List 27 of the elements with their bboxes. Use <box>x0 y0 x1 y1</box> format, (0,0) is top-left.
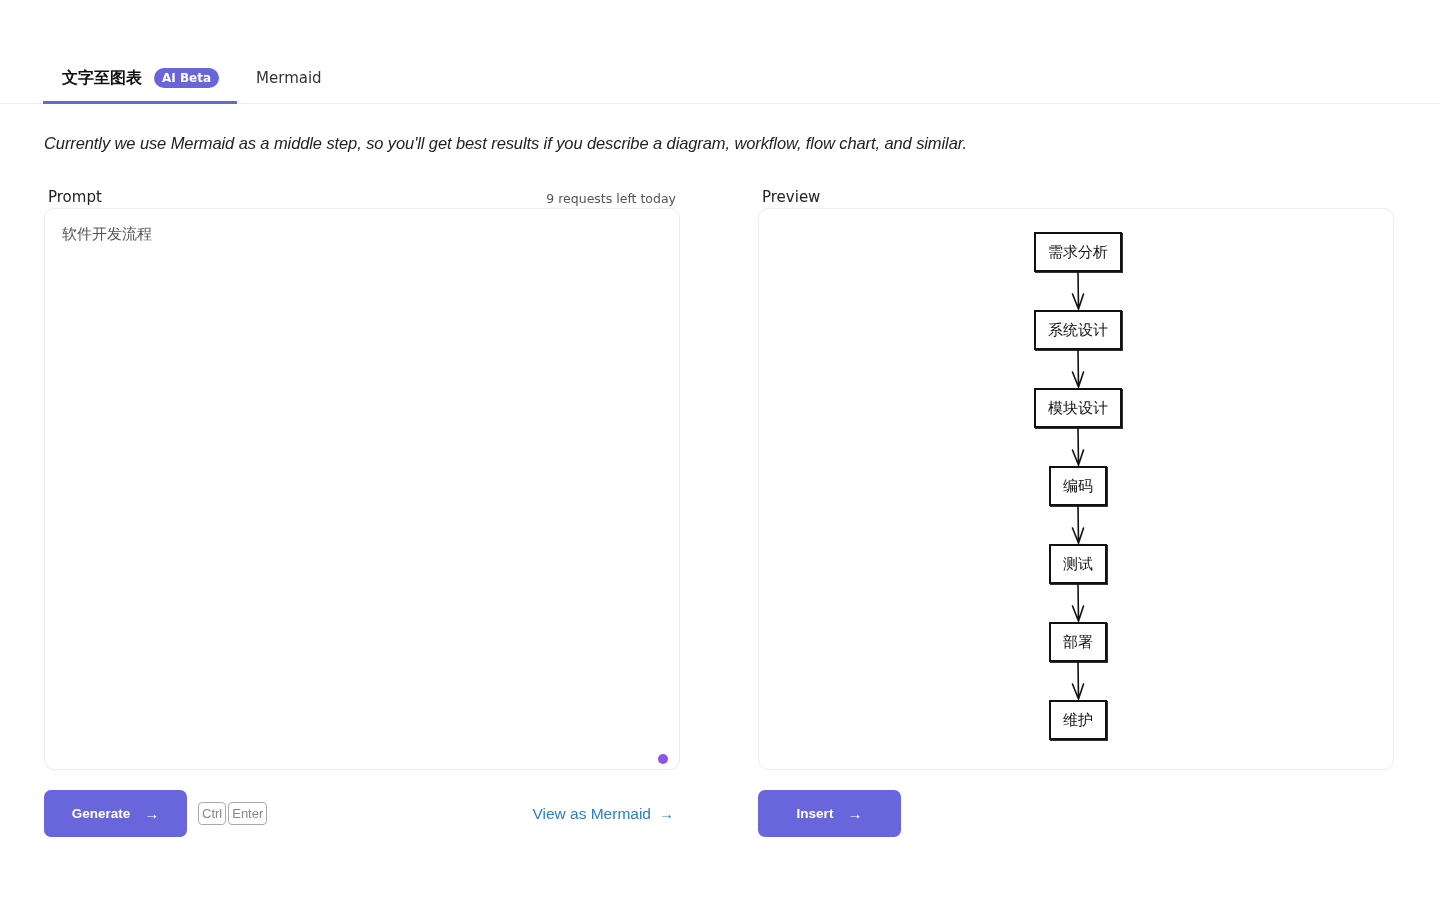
view-as-mermaid-link[interactable]: View as Mermaid → <box>532 804 674 823</box>
connector-arrow <box>1071 428 1085 466</box>
flow-node: 编码 <box>1049 466 1107 506</box>
quota-text: 9 requests left today <box>546 191 676 206</box>
insert-button[interactable]: Insert → <box>758 790 901 837</box>
connector-arrow <box>1071 584 1085 622</box>
tab[interactable]: Mermaid <box>237 55 340 104</box>
beta-badge: AI Beta <box>154 68 220 88</box>
flow-node: 维护 <box>1049 700 1107 740</box>
prompt-label: Prompt <box>48 188 102 206</box>
connector-arrow <box>1071 662 1085 700</box>
tab[interactable]: 文字至图表 AI Beta <box>43 55 238 104</box>
preview-label: Preview <box>762 188 821 206</box>
flow-node: 测试 <box>1049 544 1107 584</box>
indicator-dot <box>658 754 668 764</box>
connector-arrow <box>1071 350 1085 388</box>
flow-node: 需求分析 <box>1034 232 1122 272</box>
key-cap: Enter <box>228 802 268 825</box>
prompt-field[interactable]: 软件开发流程 <box>44 208 680 770</box>
generate-button[interactable]: Generate → <box>44 790 187 837</box>
flow-node: 系统设计 <box>1034 310 1122 350</box>
connector-arrow <box>1071 272 1085 310</box>
description-text: Currently we use Mermaid as a middle step, so you'll get best results if you describe a diagram, workflow, flow chart, and similar. <box>44 134 968 153</box>
key-cap: Ctrl <box>198 802 227 825</box>
connector-arrow <box>1071 506 1085 544</box>
flow-node: 部署 <box>1049 622 1107 662</box>
flow-node: 模块设计 <box>1034 388 1122 428</box>
